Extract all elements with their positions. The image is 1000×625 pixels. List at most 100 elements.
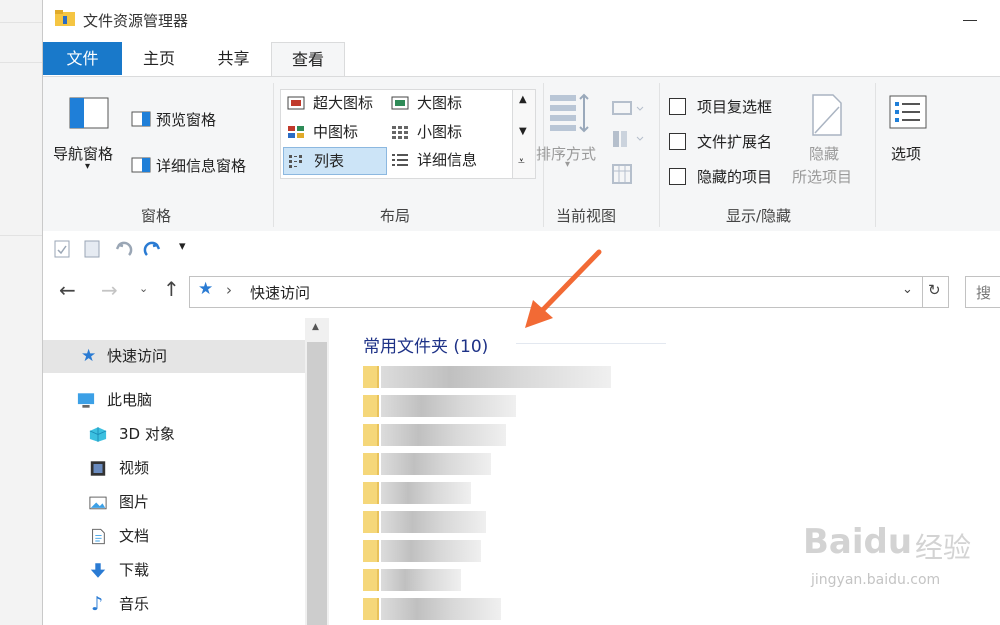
folder-icon xyxy=(363,453,379,475)
search-input[interactable]: 搜 xyxy=(965,276,1000,308)
file-extensions-label: 文件扩展名 xyxy=(697,133,773,151)
navigation-pane: ★ 快速访问 此电脑 3D 对象 视频 图片 文档 下载 ♪ 音乐 xyxy=(43,318,305,625)
add-columns-icon[interactable] xyxy=(611,129,645,149)
watermark-url: jingyan.baidu.com xyxy=(811,572,941,588)
pictures-icon xyxy=(89,496,107,510)
back-arrow-icon[interactable]: ← xyxy=(59,278,76,302)
layout-gallery: 超大图标 大图标 中图标 小图标 列表 详细信息 xyxy=(280,89,514,179)
folder-item-blurred[interactable] xyxy=(381,511,486,533)
hidden-items-checkbox[interactable] xyxy=(669,168,686,185)
gallery-expand-icon[interactable]: ⩡ xyxy=(518,154,525,169)
tab-file[interactable]: 文件 xyxy=(43,42,122,75)
folder-item-blurred[interactable] xyxy=(381,598,501,620)
layout-large-icons[interactable]: 大图标 xyxy=(389,90,509,116)
folder-item-blurred[interactable] xyxy=(381,569,461,591)
folder-item-blurred[interactable] xyxy=(381,453,491,475)
watermark-brand-cn: 经验 xyxy=(915,531,972,564)
customize-toolbar-icon[interactable]: ▾ xyxy=(179,239,186,254)
layout-extra-large-icons[interactable]: 超大图标 xyxy=(283,90,387,116)
folder-icon xyxy=(363,540,379,562)
breadcrumb-quick-access[interactable]: 快速访问 xyxy=(250,282,310,303)
redo-icon[interactable] xyxy=(141,237,163,259)
medium-icons-icon xyxy=(288,126,304,138)
folder-icon xyxy=(363,569,379,591)
hide-selected-button-line2: 所选项目 xyxy=(792,168,853,186)
recent-locations-icon[interactable]: ⌄ xyxy=(139,282,148,295)
forward-arrow-icon[interactable]: → xyxy=(101,278,118,302)
scroll-down-icon[interactable]: ▼ xyxy=(519,126,527,137)
3d-objects-icon xyxy=(89,427,107,442)
group-header-line xyxy=(516,343,666,344)
details-pane-icon xyxy=(131,157,151,173)
nav-scrollbar-thumb[interactable] xyxy=(307,342,327,625)
group-header-frequent-folders[interactable]: 常用文件夹 (10) xyxy=(363,332,488,357)
folder-item-blurred[interactable] xyxy=(381,366,611,388)
ribbon-tabs: 文件 主页 共享 查看 xyxy=(43,42,1000,77)
list-view-icon xyxy=(289,155,302,168)
details-pane-button[interactable]: 详细信息窗格 xyxy=(156,155,246,176)
minimize-button[interactable] xyxy=(951,8,991,34)
navigation-pane-icon xyxy=(69,97,109,129)
tab-share[interactable]: 共享 xyxy=(196,42,271,75)
navigation-pane-button[interactable]: 导航窗格 xyxy=(53,143,113,164)
watermark-brand: Baidu xyxy=(803,522,913,562)
extra-large-icons-icon xyxy=(287,96,305,110)
folder-icon xyxy=(363,395,379,417)
group-label-panes: 窗格 xyxy=(141,207,172,225)
layout-list[interactable]: 列表 xyxy=(283,147,387,175)
window-title: 文件资源管理器 xyxy=(83,12,189,30)
preview-pane-button[interactable]: 预览窗格 xyxy=(156,109,216,130)
size-all-columns-icon[interactable] xyxy=(611,163,633,185)
new-folder-icon[interactable] xyxy=(83,239,101,259)
scroll-up-icon[interactable]: ▲ xyxy=(519,94,527,105)
address-dropdown-icon[interactable]: ⌄ xyxy=(902,282,913,297)
layout-details[interactable]: 详细信息 xyxy=(389,147,509,173)
folder-icon xyxy=(55,10,75,26)
folder-item-blurred[interactable] xyxy=(381,395,516,417)
undo-icon[interactable] xyxy=(113,237,135,259)
videos-icon xyxy=(90,461,106,476)
hidden-items-label: 隐藏的项目 xyxy=(697,168,773,186)
scroll-up-icon[interactable]: ▲ xyxy=(312,322,319,332)
hide-selected-button[interactable]: 隐藏 xyxy=(809,143,839,164)
properties-icon[interactable] xyxy=(53,239,71,259)
up-arrow-icon[interactable]: ↑ xyxy=(163,277,180,301)
documents-icon xyxy=(92,528,105,545)
baidu-watermark: Baidu 经验 jingyan.baidu.com xyxy=(803,514,1000,604)
group-by-icon[interactable] xyxy=(611,99,645,117)
explorer-window: 文件资源管理器 文件 主页 共享 查看 导航窗格 ▾ 预览窗格 详细信息窗格 窗… xyxy=(42,0,1000,625)
tab-home[interactable]: 主页 xyxy=(122,42,196,75)
folder-item-blurred[interactable] xyxy=(381,424,506,446)
options-button[interactable]: 选项 xyxy=(891,143,921,164)
search-placeholder: 搜 xyxy=(976,284,992,302)
layout-gallery-scroll[interactable]: ▲ ▼ ⩡ xyxy=(512,89,536,179)
tab-view[interactable]: 查看 xyxy=(271,42,345,77)
folder-item-blurred[interactable] xyxy=(381,482,471,504)
ribbon-separator xyxy=(273,83,274,227)
group-label-layout: 布局 xyxy=(380,207,411,225)
item-checkboxes-checkbox[interactable] xyxy=(669,98,686,115)
computer-icon xyxy=(77,393,95,408)
annotation-arrow xyxy=(525,249,602,328)
title-bar: 文件资源管理器 xyxy=(43,0,1000,42)
chevron-down-icon[interactable]: ▾ xyxy=(565,159,570,170)
layout-small-icons[interactable]: 小图标 xyxy=(389,119,509,145)
folder-icon xyxy=(363,598,379,620)
ribbon-view: 导航窗格 ▾ 预览窗格 详细信息窗格 窗格 超大图标 大图标 中图标 小图标 列… xyxy=(43,76,1000,232)
ribbon-separator xyxy=(875,83,876,227)
folder-icon xyxy=(363,511,379,533)
group-label-show-hide: 显示/隐藏 xyxy=(726,207,792,225)
music-icon: ♪ xyxy=(91,593,104,615)
layout-medium-icons[interactable]: 中图标 xyxy=(283,119,387,145)
chevron-down-icon[interactable]: ▾ xyxy=(85,161,90,172)
details-view-icon xyxy=(392,154,408,166)
small-icons-icon xyxy=(392,126,408,139)
ribbon-separator xyxy=(659,83,660,227)
folder-icon xyxy=(363,482,379,504)
folder-item-blurred[interactable] xyxy=(381,540,481,562)
refresh-button[interactable]: ↻ xyxy=(922,276,949,308)
file-extensions-checkbox[interactable] xyxy=(669,133,686,150)
folder-icon xyxy=(363,366,379,388)
large-icons-icon xyxy=(391,96,409,110)
breadcrumb-chevron-icon[interactable]: › xyxy=(226,281,232,299)
